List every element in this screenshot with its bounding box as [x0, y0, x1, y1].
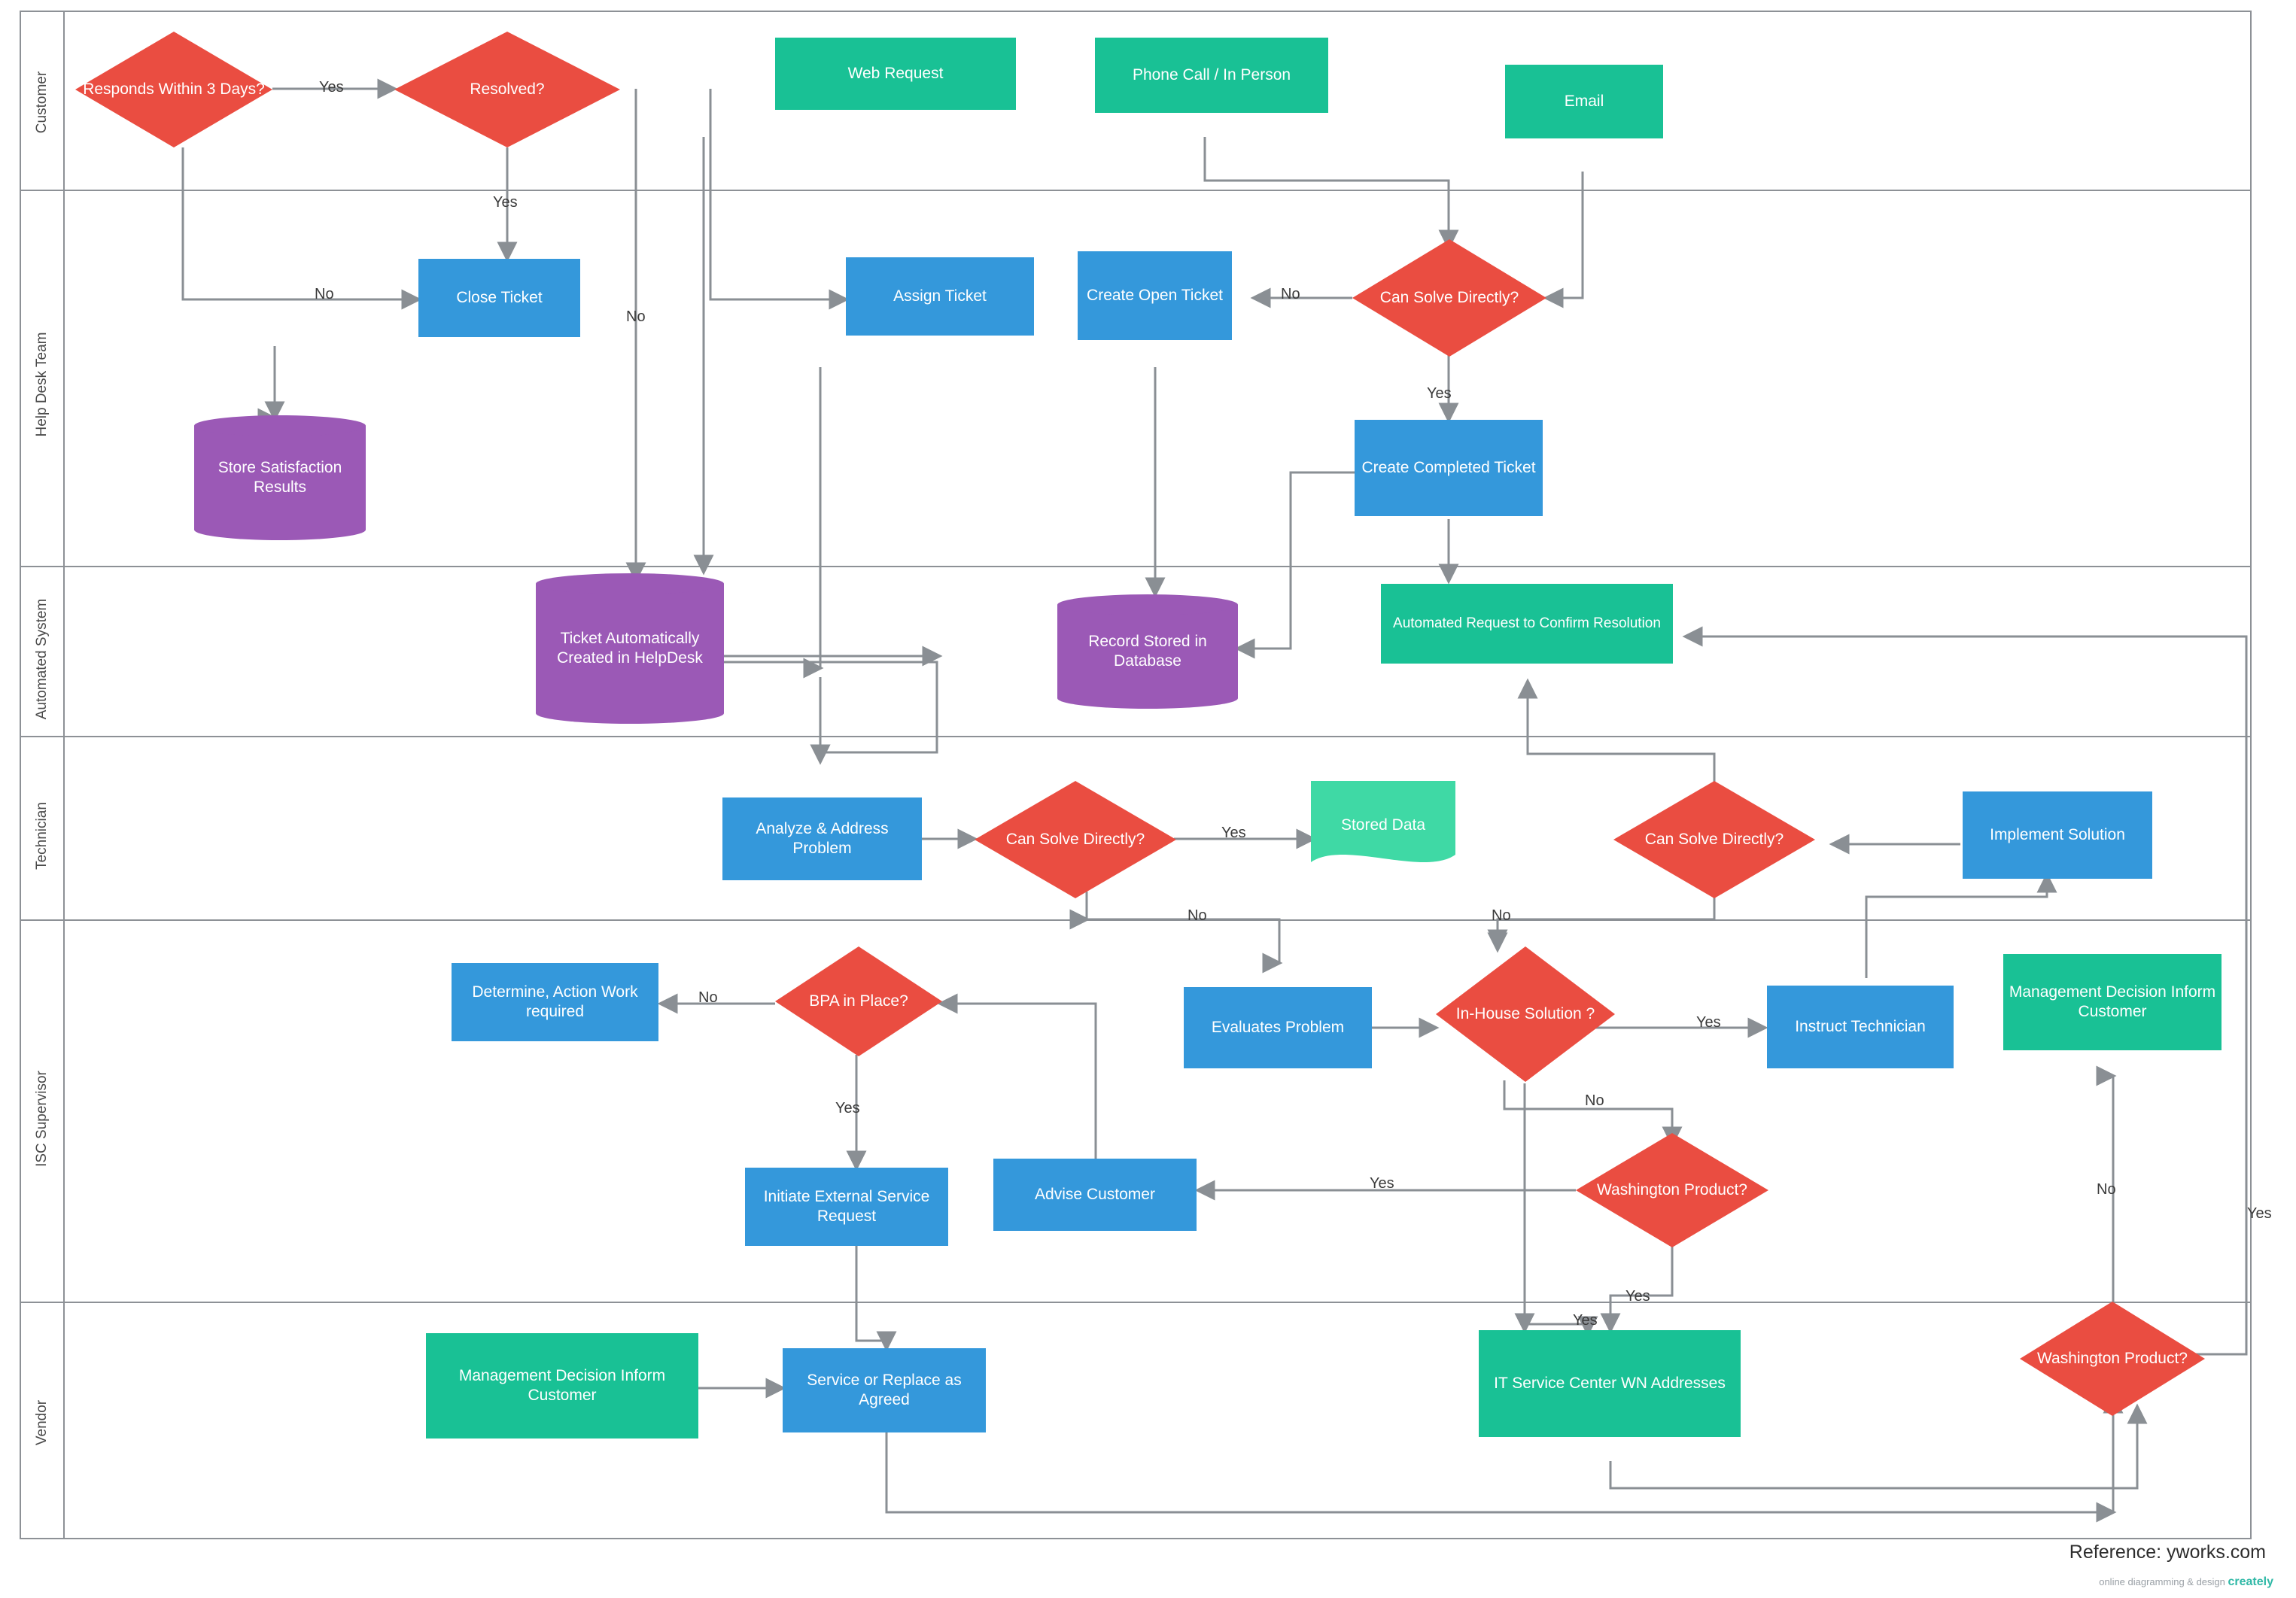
node-label: IT Service Center WN Addresses — [1494, 1374, 1726, 1392]
node-label: Instruct Technician — [1795, 1017, 1926, 1035]
node-advisecustomer[interactable]: Advise Customer — [993, 1159, 1197, 1231]
node-label: Email — [1564, 92, 1604, 110]
edge-label-no-bpa: No — [698, 989, 718, 1006]
node-resolved[interactable]: Resolved? — [394, 32, 620, 147]
edge-label-no-washington2: No — [2097, 1181, 2116, 1198]
node-label: Create Open Ticket — [1087, 286, 1223, 304]
node-label: Advise Customer — [1035, 1185, 1155, 1203]
node-cansolve-helpdesk[interactable]: Can Solve Directly? — [1352, 239, 1546, 357]
node-label: In-House Solution ? — [1455, 1004, 1595, 1022]
creately-watermark: online diagramming & design creately — [2099, 1575, 2273, 1590]
node-label: Evaluates Problem — [1211, 1018, 1345, 1036]
node-mgmtdecision-vendor[interactable]: Management Decision Inform Customer — [426, 1333, 698, 1439]
node-label: Determine, Action Work required — [472, 983, 638, 1020]
node-label: Can Solve Directly? — [1644, 830, 1784, 848]
node-storeddata[interactable]: Stored Data — [1311, 781, 1455, 870]
edge-label-no-responds: No — [315, 286, 334, 302]
edge-label-yes-cansolve2: Yes — [1221, 825, 1246, 841]
node-label: Automated Request to Confirm Resolution — [1393, 615, 1661, 632]
node-label: BPA in Place? — [809, 992, 908, 1010]
node-label: Can Solve Directly? — [1379, 288, 1519, 306]
creately-brand: creately — [2228, 1575, 2274, 1589]
node-label: Management Decision Inform Customer — [458, 1366, 666, 1404]
edge-label-yes-washington2-right: Yes — [2247, 1205, 2272, 1222]
node-label: Assign Ticket — [893, 287, 987, 305]
node-assignticket[interactable]: Assign Ticket — [846, 257, 1034, 336]
node-label: Implement Solution — [1990, 825, 2125, 843]
node-implementsolution[interactable]: Implement Solution — [1963, 791, 2152, 879]
node-label: Create Completed Ticket — [1361, 458, 1536, 476]
node-automatedrequest[interactable]: Automated Request to Confirm Resolution — [1381, 584, 1673, 664]
edge-label-no-inhouse: No — [1585, 1092, 1604, 1109]
edge-label-no-cansolve1: No — [1281, 286, 1300, 302]
node-label: Service or Replace as Agreed — [807, 1371, 962, 1408]
node-inhouse[interactable]: In-House Solution ? — [1436, 946, 1615, 1082]
edge-label-no-washington1: Yes — [1370, 1175, 1394, 1192]
node-createcompleted[interactable]: Create Completed Ticket — [1355, 420, 1543, 516]
node-closeticket[interactable]: Close Ticket — [418, 259, 580, 337]
lane-label-helpdesk: Help Desk Team — [34, 332, 50, 437]
node-storesatisfaction[interactable]: Store Satisfaction Results — [194, 415, 366, 540]
node-bpa[interactable]: BPA in Place? — [775, 946, 942, 1056]
node-responds3days[interactable]: Responds Within 3 Days? — [75, 32, 272, 147]
lane-divider-customer-helpdesk — [20, 190, 2252, 191]
node-instruct[interactable]: Instruct Technician — [1767, 986, 1954, 1068]
lane-divider-isc-vendor — [20, 1302, 2252, 1303]
node-label: Management Decision Inform Customer — [2009, 983, 2216, 1020]
node-label: Store Satisfaction Results — [217, 458, 342, 496]
node-label: Can Solve Directly? — [1005, 830, 1145, 848]
edge-label-yes-inhouse: Yes — [1696, 1014, 1721, 1031]
node-cansolve-technician-2[interactable]: Can Solve Directly? — [1613, 781, 1815, 898]
node-analyze[interactable]: Analyze & Address Problem — [722, 797, 922, 880]
node-phonecall[interactable]: Phone Call / In Person — [1095, 38, 1328, 113]
lane-label-isc: ISC Supervisor — [34, 1071, 50, 1167]
node-label: Web Request — [847, 64, 944, 82]
node-label: Ticket Automatically Created in HelpDesk — [557, 629, 703, 667]
node-label: Washington Product? — [2036, 1349, 2188, 1367]
lane-divider-automated-technician — [20, 736, 2252, 737]
node-label: Stored Data — [1340, 816, 1426, 834]
flowchart-canvas: Customer Help Desk Team Automated System… — [0, 0, 2296, 1598]
node-servicereplace[interactable]: Service or Replace as Agreed — [783, 1348, 986, 1432]
node-label: Resolved? — [470, 80, 545, 98]
node-mgmtdecision-isc[interactable]: Management Decision Inform Customer — [2003, 954, 2221, 1050]
edge-label-no-cansolve3: No — [1492, 907, 1511, 924]
node-email[interactable]: Email — [1505, 65, 1663, 138]
node-evaluates[interactable]: Evaluates Problem — [1184, 987, 1372, 1068]
lane-label-automated: Automated System — [34, 598, 50, 720]
node-label: Analyze & Address Problem — [756, 819, 889, 857]
node-recordstored[interactable]: Record Stored in Database — [1057, 594, 1238, 709]
node-ticketautocreated[interactable]: Ticket Automatically Created in HelpDesk — [536, 573, 724, 724]
edge-label-yes-responds: Yes — [319, 79, 344, 96]
lane-label-technician: Technician — [34, 802, 50, 870]
node-webrequest[interactable]: Web Request — [775, 38, 1016, 110]
edge-label-no-cansolve2: No — [1188, 907, 1207, 924]
lane-label-vendor: Vendor — [34, 1399, 50, 1446]
edge-label-yes-washington1: Yes — [1625, 1288, 1650, 1305]
lane-label-customer: Customer — [34, 71, 50, 134]
edge-label-yes-resolved: Yes — [493, 194, 518, 211]
diagram-frame — [20, 11, 2252, 1539]
edge-label-yes-cansolve1: Yes — [1427, 385, 1452, 402]
reference-text: Reference: yworks.com — [2069, 1542, 2266, 1563]
lane-divider-technician-isc — [20, 919, 2252, 921]
edge-label-no-resolved: No — [626, 308, 646, 325]
edge-label-yes-bpa: Yes — [835, 1100, 860, 1116]
edge-label-yes-inhouse-down: Yes — [1573, 1312, 1598, 1329]
node-label: Washington Product? — [1596, 1180, 1747, 1198]
node-label: Initiate External Service Request — [763, 1187, 930, 1225]
node-label: Responds Within 3 Days? — [83, 80, 265, 98]
node-label: Close Ticket — [456, 288, 543, 306]
node-itservicecenter[interactable]: IT Service Center WN Addresses — [1479, 1330, 1741, 1437]
node-washington-vendor[interactable]: Washington Product? — [2020, 1302, 2205, 1416]
node-washington-isc[interactable]: Washington Product? — [1576, 1133, 1768, 1247]
node-label: Phone Call / In Person — [1132, 65, 1291, 84]
lane-divider-helpdesk-automated — [20, 566, 2252, 567]
node-determine[interactable]: Determine, Action Work required — [452, 963, 658, 1041]
node-createopen[interactable]: Create Open Ticket — [1078, 251, 1232, 340]
node-cansolve-technician[interactable]: Can Solve Directly? — [975, 781, 1176, 898]
node-label: Record Stored in Database — [1088, 632, 1207, 670]
node-initiateexternal[interactable]: Initiate External Service Request — [745, 1168, 948, 1246]
creately-tagline: online diagramming & design — [2099, 1576, 2225, 1588]
